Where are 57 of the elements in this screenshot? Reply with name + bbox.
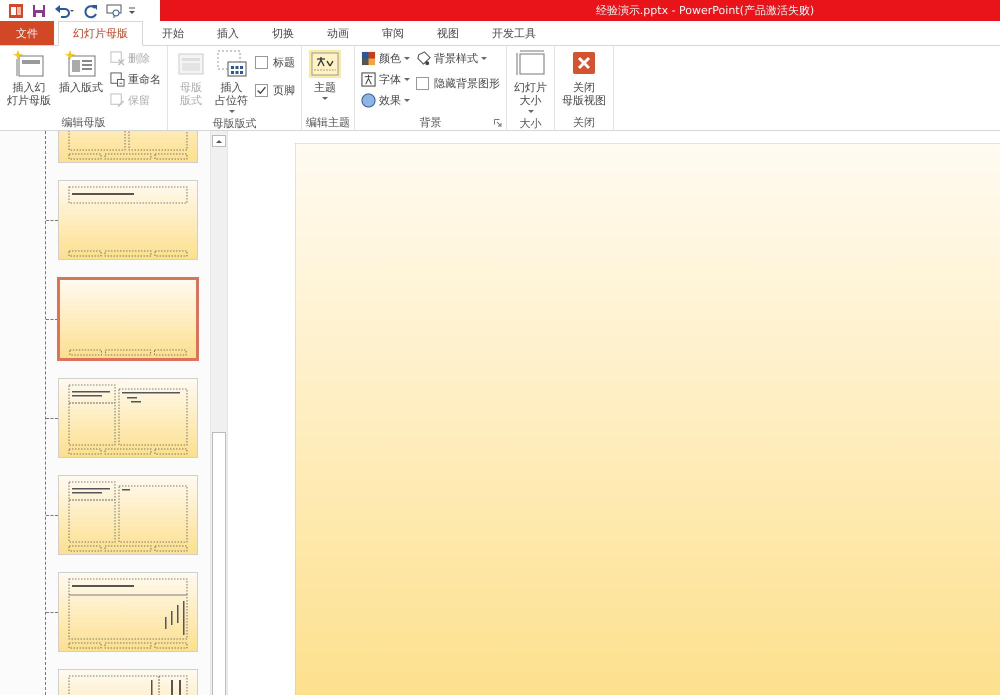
scroll-up-button[interactable] [212,135,226,147]
ribbon-button[interactable]: 效果 [359,90,412,111]
group-label: 关闭 [573,115,595,130]
group-label: 编辑主题 [306,115,350,130]
scrollbar-thumb[interactable] [212,432,226,695]
ribbon-button[interactable]: 插入 占位符 [212,48,251,116]
theme-icon [309,50,341,78]
ribbon-tab[interactable]: 开始 [148,21,198,45]
checkbox[interactable]: 隐藏背景图形 [414,69,502,97]
file-tab[interactable]: 文件 [0,21,54,45]
slide-thumbnail[interactable] [58,572,198,652]
checkbox[interactable]: 标题 [253,48,297,76]
slide-size-icon [514,50,546,78]
ribbon-tab[interactable]: 切换 [258,21,308,45]
redo-icon[interactable] [83,2,99,18]
ribbon-button[interactable]: 颜色 [359,48,412,69]
delete-icon [110,51,125,66]
slide-thumbnail[interactable] [57,277,199,361]
group-label: 大小 [520,116,542,131]
font-icon [361,72,376,87]
group-label: 母版版式 [212,116,256,131]
slide-sparkle-icon [13,50,45,78]
ribbon-tab[interactable]: 动画 [313,21,363,45]
ribbon-button[interactable]: 背景样式 [414,48,502,69]
checkbox[interactable]: 页脚 [253,76,297,104]
ribbon-tab[interactable]: 幻灯片母版 [58,21,143,46]
ribbon-button[interactable]: 字体 [359,69,412,90]
group-label: 编辑母版 [62,115,106,130]
group-label: 背景 [420,115,442,130]
presentation-icon[interactable] [106,2,122,18]
slide-thumbnail[interactable] [58,180,198,260]
checkmark-icon [256,84,267,96]
save-icon[interactable] [31,2,47,18]
ribbon-tab[interactable]: 视图 [423,21,473,45]
powerpoint-logo-icon[interactable] [8,2,24,18]
placeholder-icon [216,50,248,78]
undo-icon[interactable] [54,2,76,18]
ribbon-button[interactable]: 幻灯片 大小 [511,48,550,116]
customize-caret-icon[interactable] [129,6,135,14]
slide-thumbnail[interactable] [58,475,198,555]
paint-bucket-icon [416,51,431,66]
slide-thumbnail[interactable] [58,378,198,458]
dialog-launcher-icon[interactable] [494,119,502,127]
color-squares-icon [361,51,376,66]
ribbon-button[interactable]: 插入幻 灯片母版 [4,48,54,109]
rename-icon [110,72,125,87]
ribbon-tab[interactable]: 审阅 [368,21,418,45]
ribbon-tab[interactable]: 开发工具 [478,21,550,45]
ribbon-button[interactable]: 关闭 母版视图 [559,48,609,109]
window-title: 经验演示.pptx - PowerPoint(产品激活失败) [596,3,814,18]
preserve-icon [110,93,125,108]
ribbon-button[interactable]: 主题 [306,48,344,103]
ribbon-button[interactable]: 插入版式 [56,48,106,96]
ribbon-tab[interactable]: 插入 [203,21,253,45]
layout-sparkle-icon [65,50,97,78]
ribbon-button[interactable]: 重命名 [108,69,163,90]
circle-icon [361,93,376,108]
